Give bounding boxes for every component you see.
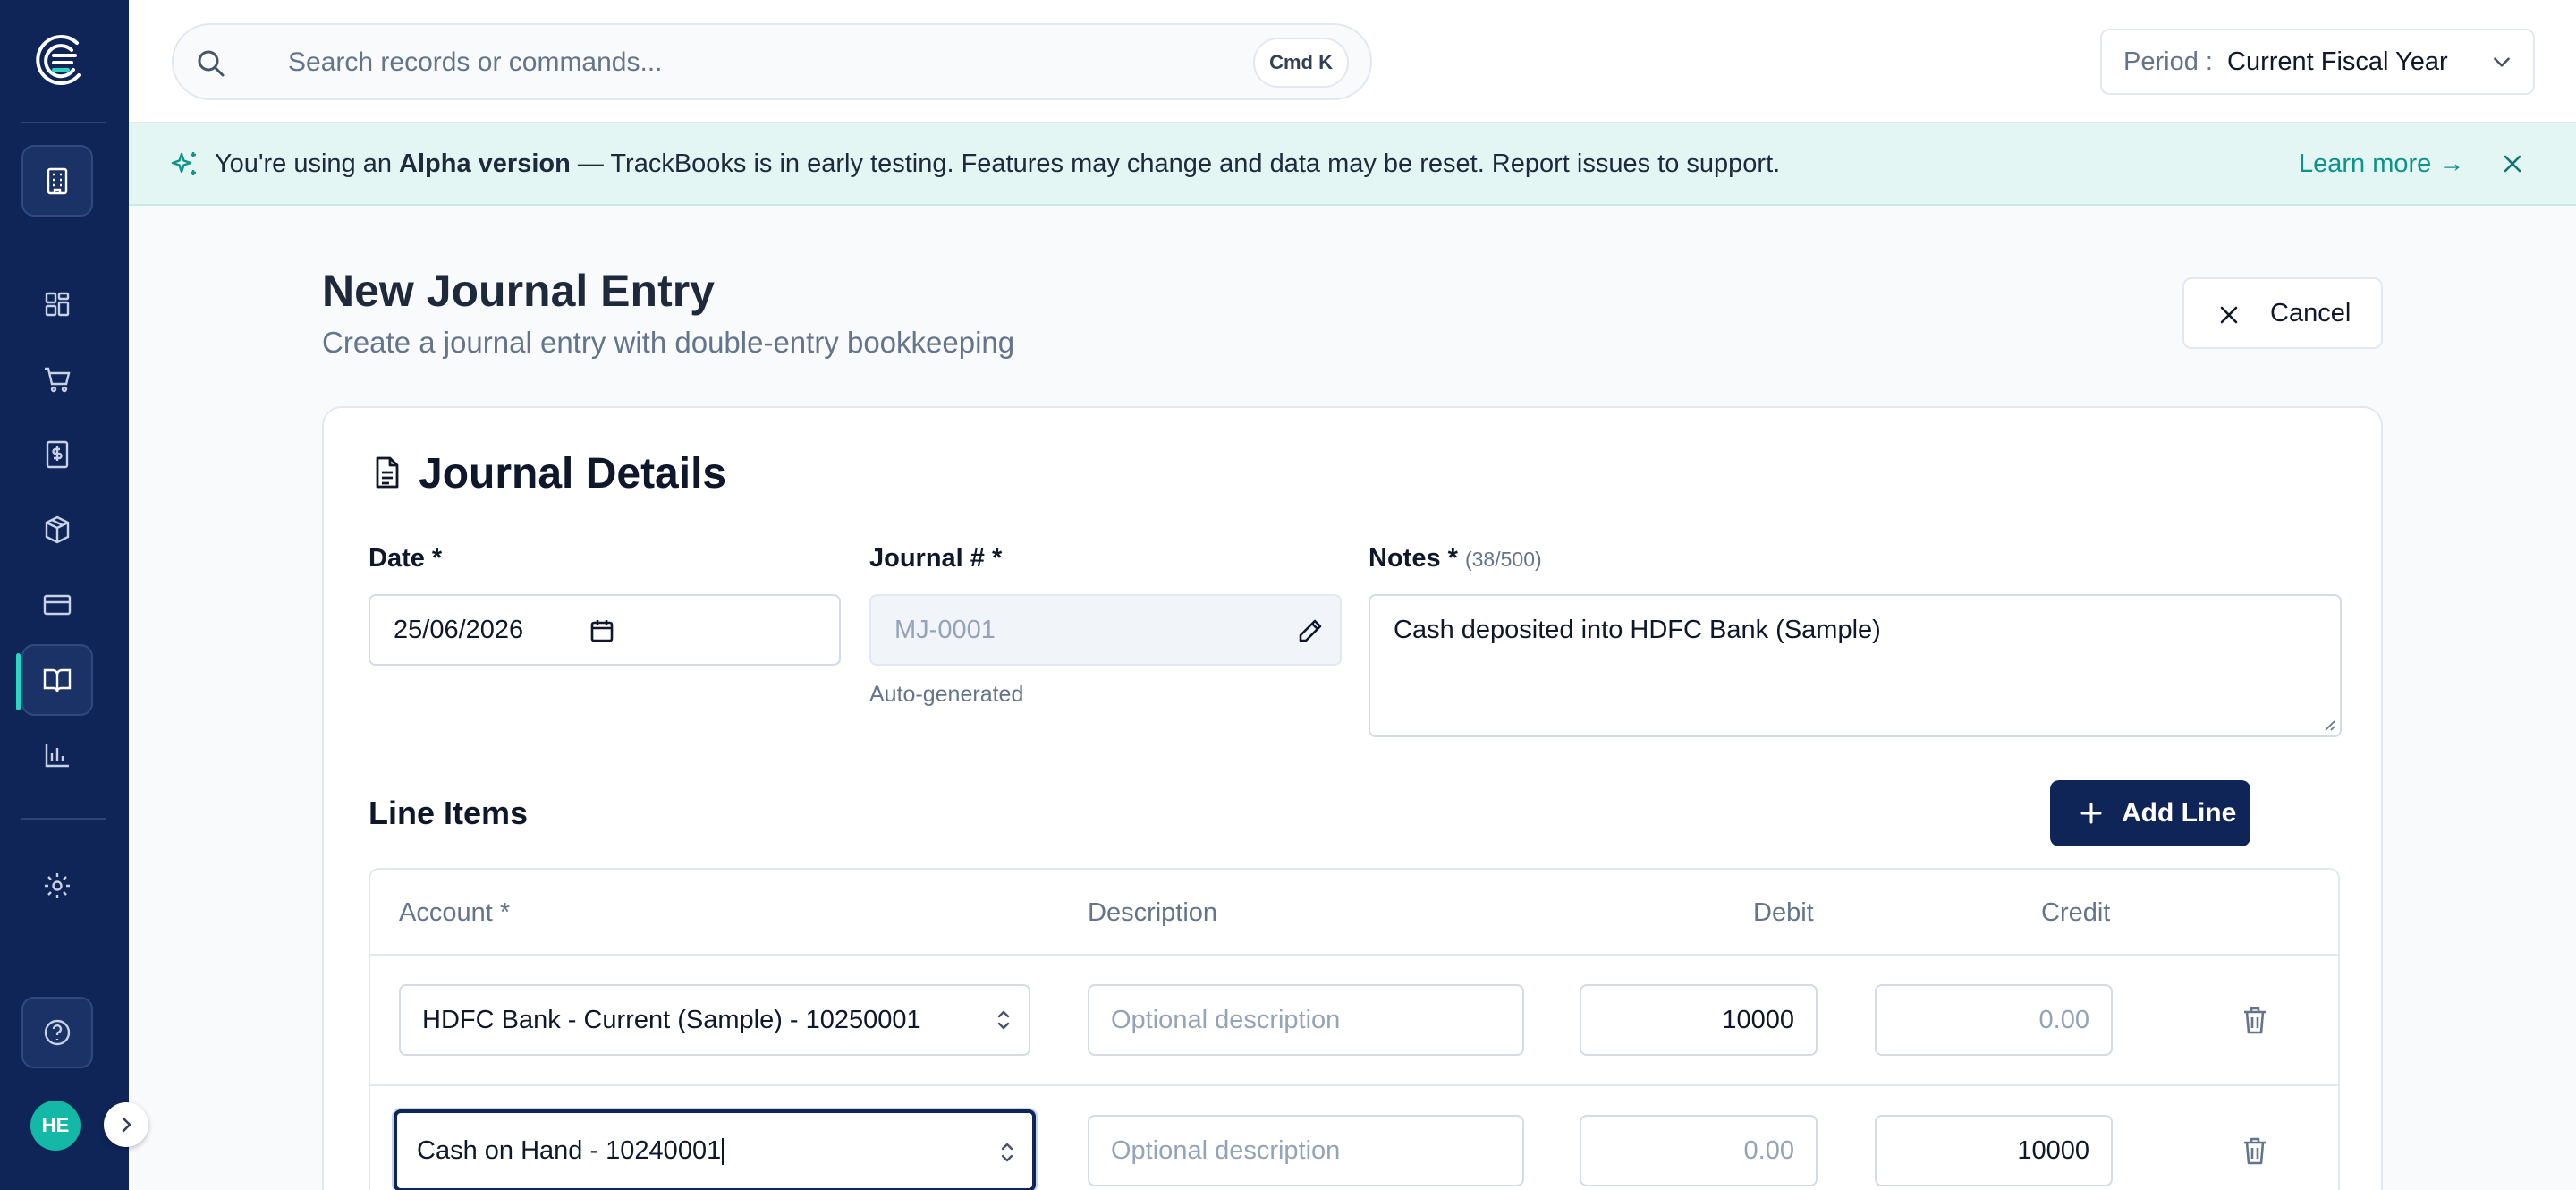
table-header: Account * Description Debit Credit: [370, 870, 2338, 956]
resize-handle-icon[interactable]: [2322, 718, 2336, 732]
chevron-up-down-icon: [1001, 1143, 1013, 1162]
topbar: Search records or commands... Cmd K Peri…: [129, 0, 2576, 123]
building-icon: [47, 167, 68, 195]
cart-icon: [45, 367, 71, 393]
date-value: 25/06/2026: [394, 616, 524, 644]
sidebar: HE: [0, 0, 148, 1190]
account-select[interactable]: Cash on Hand - 10240001: [394, 1109, 1036, 1190]
date-label: Date *: [369, 544, 443, 573]
search-shortcut-badge: Cmd K: [1253, 38, 1349, 88]
help-circle-icon: [44, 1019, 71, 1046]
search-placeholder: Search records or commands...: [288, 47, 663, 77]
description-input[interactable]: Optional description: [1088, 984, 1524, 1056]
journal-details-card: Journal Details Date * 25/06/2026 Journa…: [322, 406, 2383, 1190]
journal-number-help: Auto-generated: [869, 682, 1024, 707]
add-line-label: Add Line: [2122, 798, 2237, 828]
journal-number-label: Journal # *: [869, 544, 1003, 573]
text-caret: [722, 1138, 724, 1166]
sidebar-item-sales[interactable]: [21, 344, 93, 415]
sidebar-item-settings[interactable]: [21, 850, 93, 922]
notes-value: Cash deposited into HDFC Bank (Sample): [1394, 616, 1881, 644]
cancel-label: Cancel: [2270, 299, 2351, 327]
help-button[interactable]: [21, 997, 93, 1068]
period-select[interactable]: Period : Current Fiscal Year: [2100, 29, 2535, 95]
sidebar-item-banking[interactable]: [21, 569, 93, 641]
trash-icon[interactable]: [2240, 1135, 2270, 1167]
sidebar-item-purchases[interactable]: [21, 419, 93, 490]
period-value: Current Fiscal Year: [2227, 47, 2448, 76]
close-icon: [2220, 306, 2238, 324]
sidebar-item-dashboard[interactable]: [21, 268, 93, 340]
line-items-table: Account * Description Debit Credit HDFC …: [369, 868, 2340, 1190]
learn-more-link[interactable]: Learn more →: [2299, 123, 2464, 204]
sidebar-item-journals[interactable]: [16, 644, 93, 716]
package-icon: [45, 515, 70, 544]
debit-input[interactable]: 10000: [1580, 984, 1818, 1056]
column-debit: Debit: [1753, 898, 1814, 927]
column-account: Account *: [399, 898, 511, 927]
plus-icon: [2080, 803, 2102, 824]
bar-chart-icon: [45, 744, 69, 768]
debit-input[interactable]: 0.00: [1580, 1115, 1818, 1186]
notes-label: Notes * (38/500): [1368, 544, 1542, 573]
period-label: Period :: [2123, 47, 2213, 76]
calendar-icon[interactable]: [589, 617, 615, 644]
search-icon: [198, 50, 225, 77]
search-input[interactable]: Search records or commands... Cmd K: [172, 23, 1372, 100]
credit-input[interactable]: 0.00: [1875, 984, 2113, 1056]
sidebar-expand-button[interactable]: [104, 1102, 148, 1147]
book-open-icon: [43, 668, 72, 693]
credit-input[interactable]: 10000: [1875, 1115, 2113, 1186]
table-row: Cash on Hand - 10240001 Optional descrip…: [370, 1086, 2338, 1190]
notes-char-count: (38/500): [1464, 548, 1542, 571]
line-items-title: Line Items: [369, 795, 529, 831]
page-subtitle: Create a journal entry with double-entry…: [322, 326, 1015, 359]
chevron-up-down-icon: [997, 1010, 1010, 1030]
sidebar-item-company[interactable]: [21, 145, 93, 217]
card-title: Journal Details: [419, 450, 727, 497]
account-value: HDFC Bank - Current (Sample) - 10250001: [422, 1006, 921, 1034]
app-logo-icon[interactable]: [32, 30, 91, 89]
date-input[interactable]: 25/06/2026: [369, 594, 841, 666]
add-line-button[interactable]: Add Line: [2050, 780, 2250, 846]
avatar[interactable]: HE: [30, 1101, 80, 1151]
account-value: Cash on Hand - 10240001: [417, 1136, 722, 1165]
table-row: HDFC Bank - Current (Sample) - 10250001 …: [370, 956, 2338, 1086]
journal-number-field: MJ-0001: [869, 594, 1342, 666]
cancel-button[interactable]: Cancel: [2182, 277, 2383, 349]
sidebar-item-reports[interactable]: [21, 719, 93, 791]
column-description: Description: [1088, 898, 1218, 927]
sparkles-icon: [171, 152, 196, 175]
gear-icon: [45, 873, 70, 898]
chevron-down-icon: [2494, 57, 2510, 67]
sidebar-item-inventory[interactable]: [21, 494, 93, 565]
sidebar-divider: [21, 818, 106, 820]
trash-icon[interactable]: [2240, 1004, 2270, 1036]
sidebar-divider: [21, 122, 106, 123]
credit-card-icon: [43, 594, 72, 616]
notes-textarea[interactable]: Cash deposited into HDFC Bank (Sample): [1368, 594, 2342, 737]
dashboard-icon: [45, 292, 70, 317]
journal-number-value: MJ-0001: [894, 616, 996, 644]
close-icon[interactable]: [2499, 150, 2526, 177]
banner-message: You're using an Alpha version — TrackBoo…: [215, 149, 1781, 178]
bill-icon: [46, 440, 69, 469]
column-credit: Credit: [2041, 898, 2111, 927]
pencil-icon[interactable]: [1295, 616, 1326, 646]
chevron-right-icon: [122, 1117, 131, 1133]
account-select[interactable]: HDFC Bank - Current (Sample) - 10250001: [399, 984, 1030, 1056]
alpha-banner: You're using an Alpha version — TrackBoo…: [129, 123, 2576, 206]
page-title: New Journal Entry: [322, 266, 715, 316]
description-input[interactable]: Optional description: [1088, 1115, 1524, 1186]
